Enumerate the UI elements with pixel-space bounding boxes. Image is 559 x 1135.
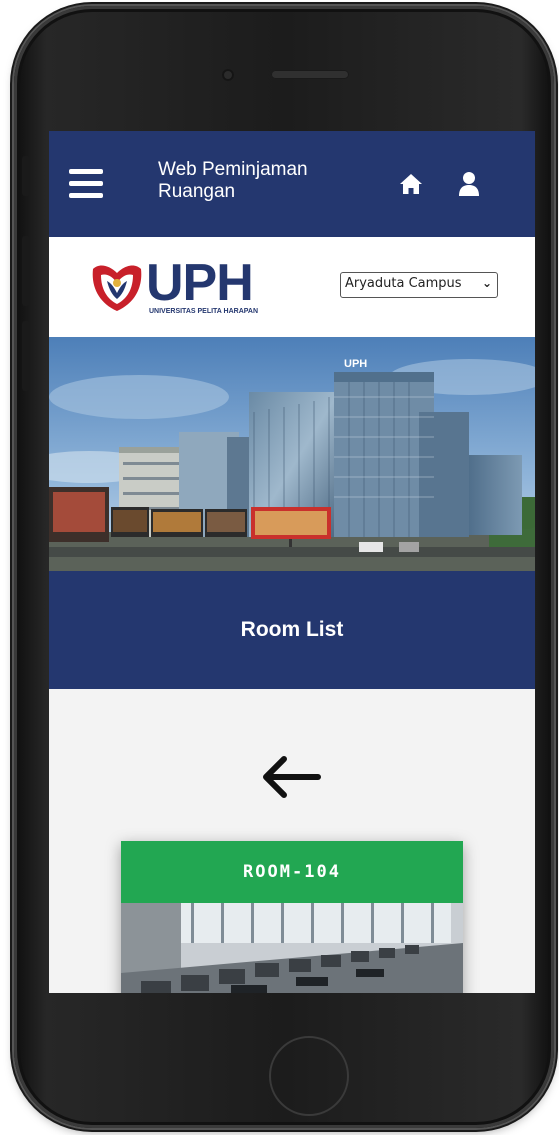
logo-subtitle: UNIVERSITAS PELITA HARAPAN — [149, 308, 259, 315]
room-card[interactable]: ROOM-104 — [121, 841, 463, 993]
app-screen: Web Peminjaman Ruangan UPH UNIVERSITAS P… — [49, 131, 535, 993]
mute-switch — [22, 156, 30, 196]
app-title: Web Peminjaman Ruangan — [158, 159, 308, 202]
volume-up-button — [22, 236, 30, 306]
logo-wordmark: UPH — [146, 254, 254, 312]
hamburger-menu-icon[interactable] — [69, 169, 103, 199]
volume-down-button — [22, 321, 30, 391]
earpiece-speaker — [271, 70, 349, 79]
campus-building-illustration: UPH — [49, 337, 535, 571]
room-photo — [121, 903, 463, 993]
building-sign: UPH — [344, 358, 367, 370]
room-list-header: Room List — [49, 571, 535, 689]
campus-select[interactable]: Aryaduta Campus ⌄ — [340, 272, 498, 298]
user-icon[interactable] — [458, 171, 480, 197]
chevron-down-icon: ⌄ — [481, 276, 492, 290]
uph-logo[interactable]: UPH UNIVERSITAS PELITA HARAPAN — [89, 255, 279, 319]
campus-select-value: Aryaduta Campus — [345, 276, 462, 291]
room-list-content: ROOM-104 — [49, 689, 535, 993]
room-name: ROOM-104 — [121, 841, 463, 903]
campus-banner-image: UPH — [49, 337, 535, 571]
top-navbar: Web Peminjaman Ruangan — [49, 131, 535, 237]
brand-bar: UPH UNIVERSITAS PELITA HARAPAN Aryaduta … — [49, 237, 535, 337]
uph-crest-icon — [92, 265, 142, 311]
front-camera — [222, 69, 234, 81]
section-title: Room List — [240, 618, 344, 641]
arrow-left-icon[interactable] — [260, 755, 322, 799]
phone-home-button — [269, 1036, 349, 1116]
home-icon[interactable] — [399, 173, 423, 195]
